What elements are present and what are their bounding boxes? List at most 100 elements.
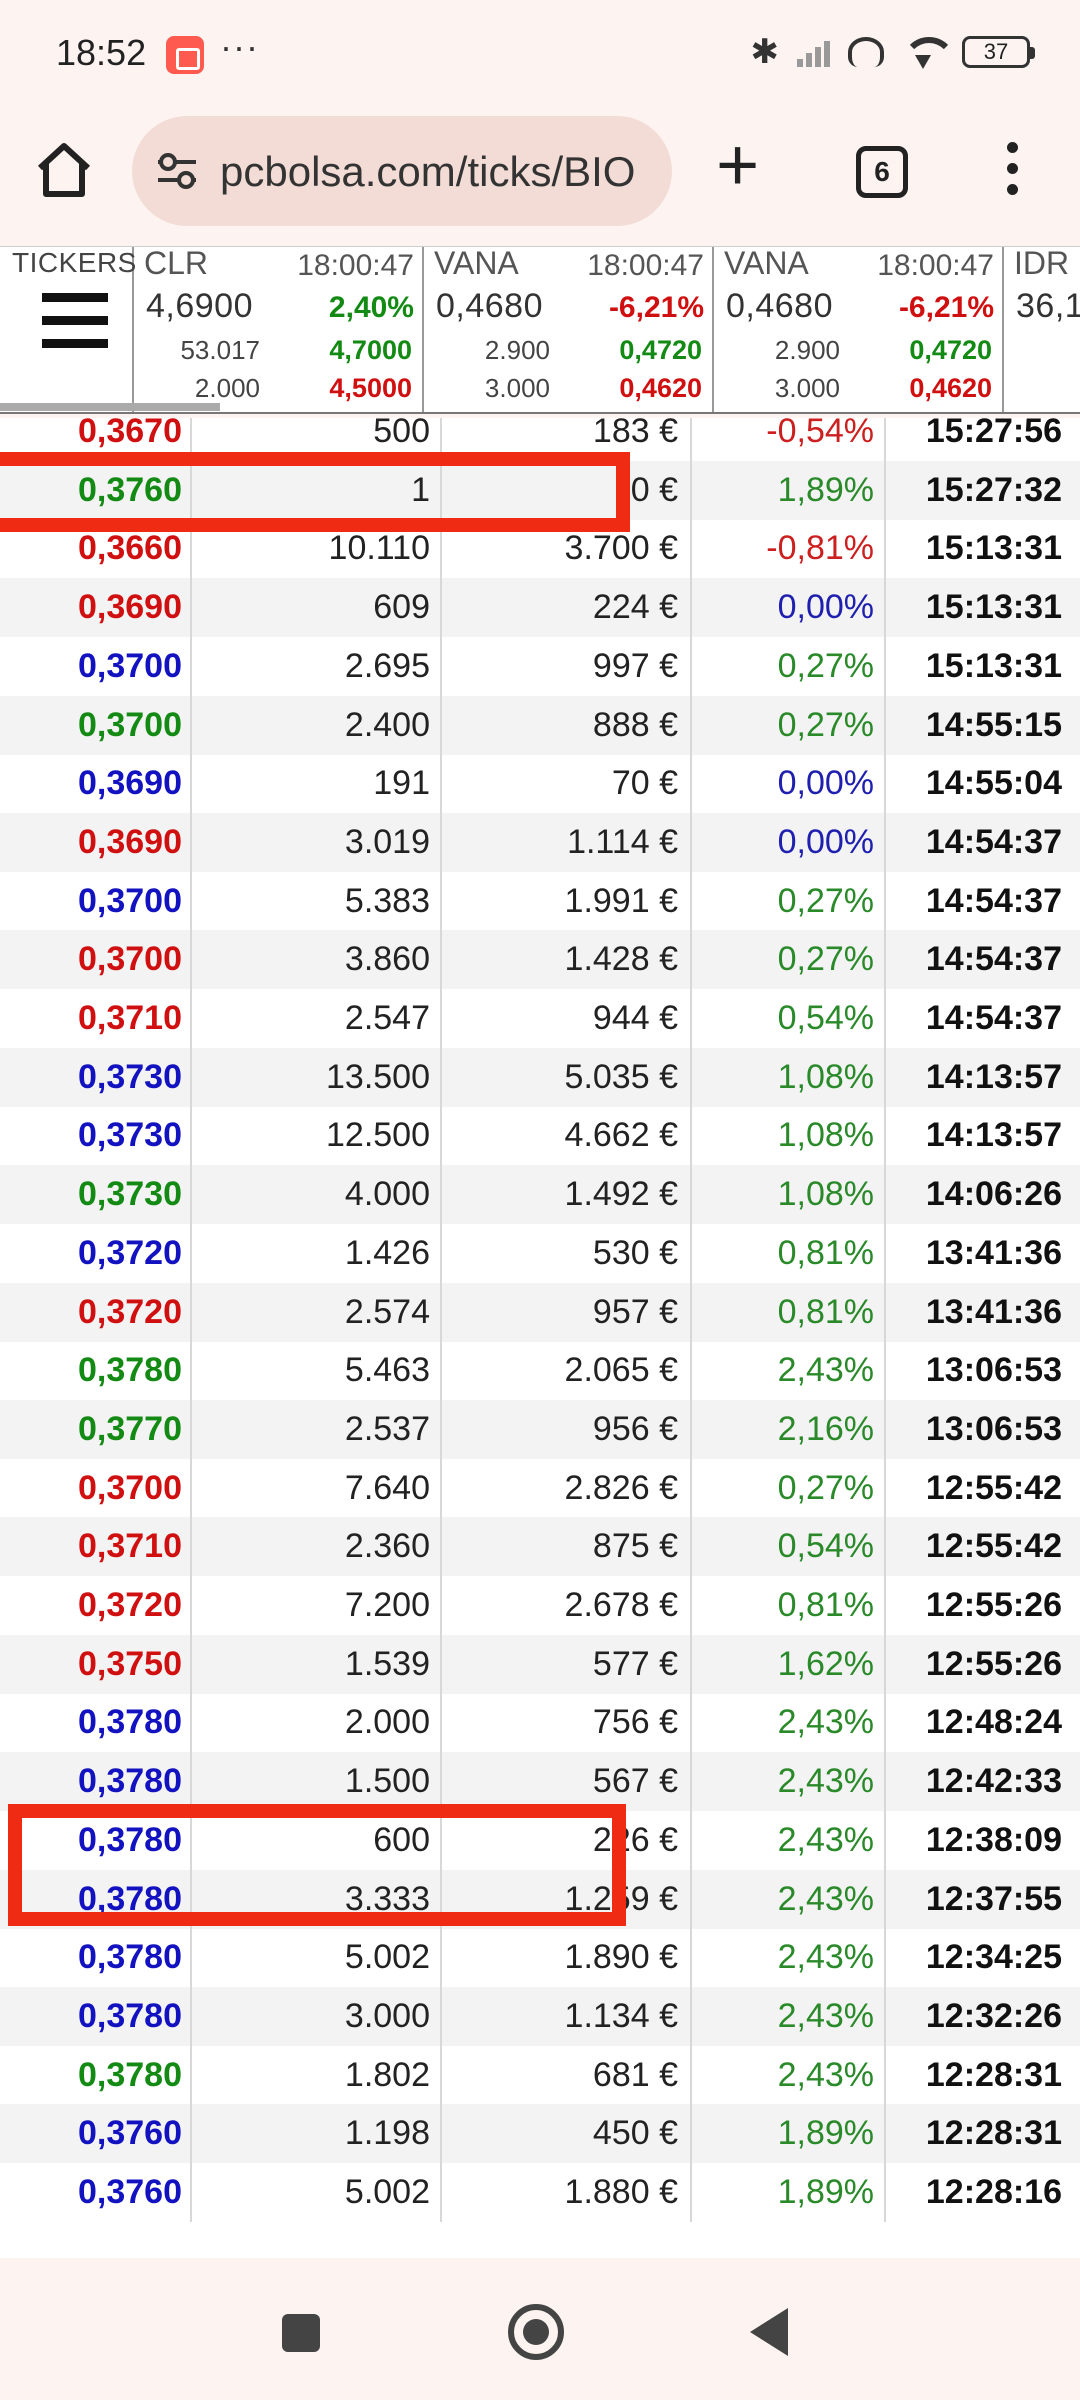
table-row[interactable]: 0,3760 5.002 1.880 €1,89% 12:28:16: [0, 2163, 1080, 2222]
table-row[interactable]: 0,3690 191 70 €0,00% 14:55:04: [0, 754, 1080, 814]
home-icon[interactable]: [32, 138, 96, 202]
tick-change-percent: -0,54%: [692, 418, 886, 461]
url-text[interactable]: pcbolsa.com/ticks/BIO: [220, 148, 652, 196]
table-row[interactable]: 0,3780 2.000 756 €2,43% 12:48:24: [0, 1693, 1080, 1753]
tick-change-percent: 0,81%: [692, 1576, 886, 1635]
tick-volume: 3.860: [192, 930, 442, 990]
ticker-card[interactable]: VANA 18:00:47 0,4680 -6,21% 2.900 3.000 0,4720…: [714, 246, 1004, 412]
table-row[interactable]: 0,3770 2.537 956 €2,16% 13:06:53: [0, 1399, 1080, 1459]
tickers-menu-button[interactable]: TICKERS: [0, 247, 136, 412]
ticker-high: 4,7000: [329, 335, 412, 365]
tick-volume: 609: [192, 578, 442, 638]
tick-change-percent: 0,00%: [692, 812, 886, 872]
tick-time: 12:55:42: [925, 1468, 1062, 1507]
table-row[interactable]: 0,3700 3.860 1.428 €0,27% 14:54:37: [0, 930, 1080, 990]
tick-price: 0,3770: [0, 1399, 192, 1459]
tick-volume: 1.539: [192, 1634, 442, 1694]
tick-time: 14:13:57: [925, 1116, 1062, 1155]
tick-time: 15:13:31: [925, 529, 1062, 568]
back-button[interactable]: [750, 2308, 788, 2356]
ticker-volume-ask: 3.000: [774, 373, 840, 403]
tick-amount: 957 €: [442, 1282, 692, 1342]
tickers-strip[interactable]: TICKERS CLR 18:00:47 4,6900 2,40% 53.017 2.00…: [0, 246, 1080, 414]
tick-volume: 2.360: [192, 1517, 442, 1577]
tick-amount: 4.662 €: [442, 1106, 692, 1166]
tick-amount: 1.880 €: [442, 2163, 692, 2222]
tick-time: 12:32:26: [925, 1996, 1062, 2035]
ticker-card[interactable]: IDR 36,1: [1004, 247, 1080, 412]
table-row[interactable]: 0,3730 12.500 4.662 €1,08% 14:13:57: [0, 1106, 1080, 1166]
tick-volume: 12.500: [192, 1106, 442, 1166]
tick-price: 0,3700: [0, 636, 192, 696]
tick-change-percent: 1,08%: [692, 1047, 886, 1107]
table-row[interactable]: 0,3780 1.500 567 €2,43% 12:42:33: [0, 1752, 1080, 1812]
tick-change-percent: 1,08%: [692, 1106, 886, 1166]
tick-change-percent: 1,08%: [692, 1165, 886, 1225]
horizontal-scrollbar[interactable]: [0, 403, 220, 411]
browser-menu-button[interactable]: [1000, 142, 1024, 206]
address-bar[interactable]: pcbolsa.com/ticks/BIO: [132, 116, 672, 226]
tick-amount: 1.114 €: [442, 812, 692, 872]
tick-volume: 2.400: [192, 695, 442, 755]
tick-time: 12:37:55: [925, 1879, 1062, 1918]
tick-price: 0,3760: [0, 2163, 192, 2222]
tick-volume: 2.574: [192, 1282, 442, 1342]
table-row[interactable]: 0,3700 5.383 1.991 €0,27% 14:54:37: [0, 871, 1080, 931]
tick-change-percent: 2,43%: [692, 1693, 886, 1753]
new-tab-button[interactable]: +: [716, 128, 759, 202]
table-row[interactable]: 0,3700 7.640 2.826 €0,27% 12:55:42: [0, 1458, 1080, 1518]
tick-amount: 5.035 €: [442, 1047, 692, 1107]
ticker-card[interactable]: VANA 18:00:47 0,4680 -6,21% 2.900 3.000 0,4720…: [424, 247, 714, 412]
table-row[interactable]: 0,3720 2.574 957 €0,81% 13:41:36: [0, 1282, 1080, 1342]
tick-amount: 681 €: [442, 2045, 692, 2105]
shopping-app-icon: [166, 36, 204, 74]
tick-time: 14:13:57: [925, 1057, 1062, 1096]
ticker-volume-bid: 53.017: [180, 335, 260, 365]
tick-volume: 3.000: [192, 1986, 442, 2046]
ticker-symbol: VANA: [724, 246, 809, 281]
tick-price: 0,3700: [0, 930, 192, 990]
table-row[interactable]: 0,3690 609 224 €0,00% 15:13:31: [0, 578, 1080, 638]
tick-time: 15:27:32: [925, 470, 1062, 509]
tick-amount: 875 €: [442, 1517, 692, 1577]
site-settings-icon[interactable]: [154, 148, 200, 194]
ticker-time: 18:00:47: [297, 249, 414, 282]
tab-switcher-button[interactable]: 6: [856, 146, 908, 198]
tick-volume: 5.383: [192, 871, 442, 931]
ticker-volume-ask: 2.000: [194, 373, 260, 403]
table-row[interactable]: 0,3780 1.802 681 €2,43% 12:28:31: [0, 2045, 1080, 2105]
table-row[interactable]: 0,3780 5.463 2.065 €2,43% 13:06:53: [0, 1341, 1080, 1401]
tick-price: 0,3710: [0, 1517, 192, 1577]
wifi-icon: [902, 35, 956, 69]
table-row[interactable]: 0,3700 2.400 888 €0,27% 14:55:15: [0, 695, 1080, 755]
recents-button[interactable]: [282, 2314, 320, 2352]
tick-change-percent: 0,27%: [692, 871, 886, 931]
table-row[interactable]: 0,3690 3.019 1.114 €0,00% 14:54:37: [0, 812, 1080, 872]
tick-change-percent: 0,27%: [692, 695, 886, 755]
table-row[interactable]: 0,3750 1.539 577 €1,62% 12:55:26: [0, 1634, 1080, 1694]
tick-change-percent: 0,27%: [692, 636, 886, 696]
table-row[interactable]: 0,3700 2.695 997 €0,27% 15:13:31: [0, 636, 1080, 696]
tick-time: 12:55:42: [925, 1527, 1062, 1566]
home-button[interactable]: [508, 2304, 564, 2360]
ticker-card[interactable]: CLR 18:00:47 4,6900 2,40% 53.017 2.000 4,7000 4…: [134, 247, 424, 412]
tick-time: 12:55:26: [925, 1586, 1062, 1624]
table-row[interactable]: 0,3720 7.200 2.678 €0,81% 12:55:26: [0, 1576, 1080, 1635]
ticks-table[interactable]: 0,3670 500 183 € -0,54% 15:27:56 0,3760 1 0 €1,…: [0, 418, 1080, 2258]
table-row[interactable]: 0,3730 4.000 1.492 €1,08% 14:06:26: [0, 1165, 1080, 1225]
table-row[interactable]: 0,3780 5.002 1.890 €2,43% 12:34:25: [0, 1928, 1080, 1988]
tick-amount: 888 €: [442, 695, 692, 755]
table-row[interactable]: 0,3710 2.360 875 €0,54% 12:55:42: [0, 1517, 1080, 1577]
table-row[interactable]: 0,3780 3.000 1.134 €2,43% 12:32:26: [0, 1986, 1080, 2046]
table-row[interactable]: 0,3760 1.198 450 €1,89% 12:28:31: [0, 2104, 1080, 2164]
tick-time: 14:54:37: [925, 940, 1062, 979]
tick-amount: 1.991 €: [442, 871, 692, 931]
bluetooth-icon: ✱: [750, 33, 780, 71]
table-row[interactable]: 0,3730 13.500 5.035 €1,08% 14:13:57: [0, 1047, 1080, 1107]
tick-change-percent: 2,43%: [692, 1752, 886, 1812]
table-row[interactable]: 0,3720 1.426 530 €0,81% 13:41:36: [0, 1223, 1080, 1283]
tick-change-percent: 2,43%: [692, 1341, 886, 1401]
table-row[interactable]: 0,3710 2.547 944 €0,54% 14:54:37: [0, 989, 1080, 1048]
tick-price: 0,3760: [0, 2104, 192, 2164]
tick-amount: 944 €: [442, 989, 692, 1048]
